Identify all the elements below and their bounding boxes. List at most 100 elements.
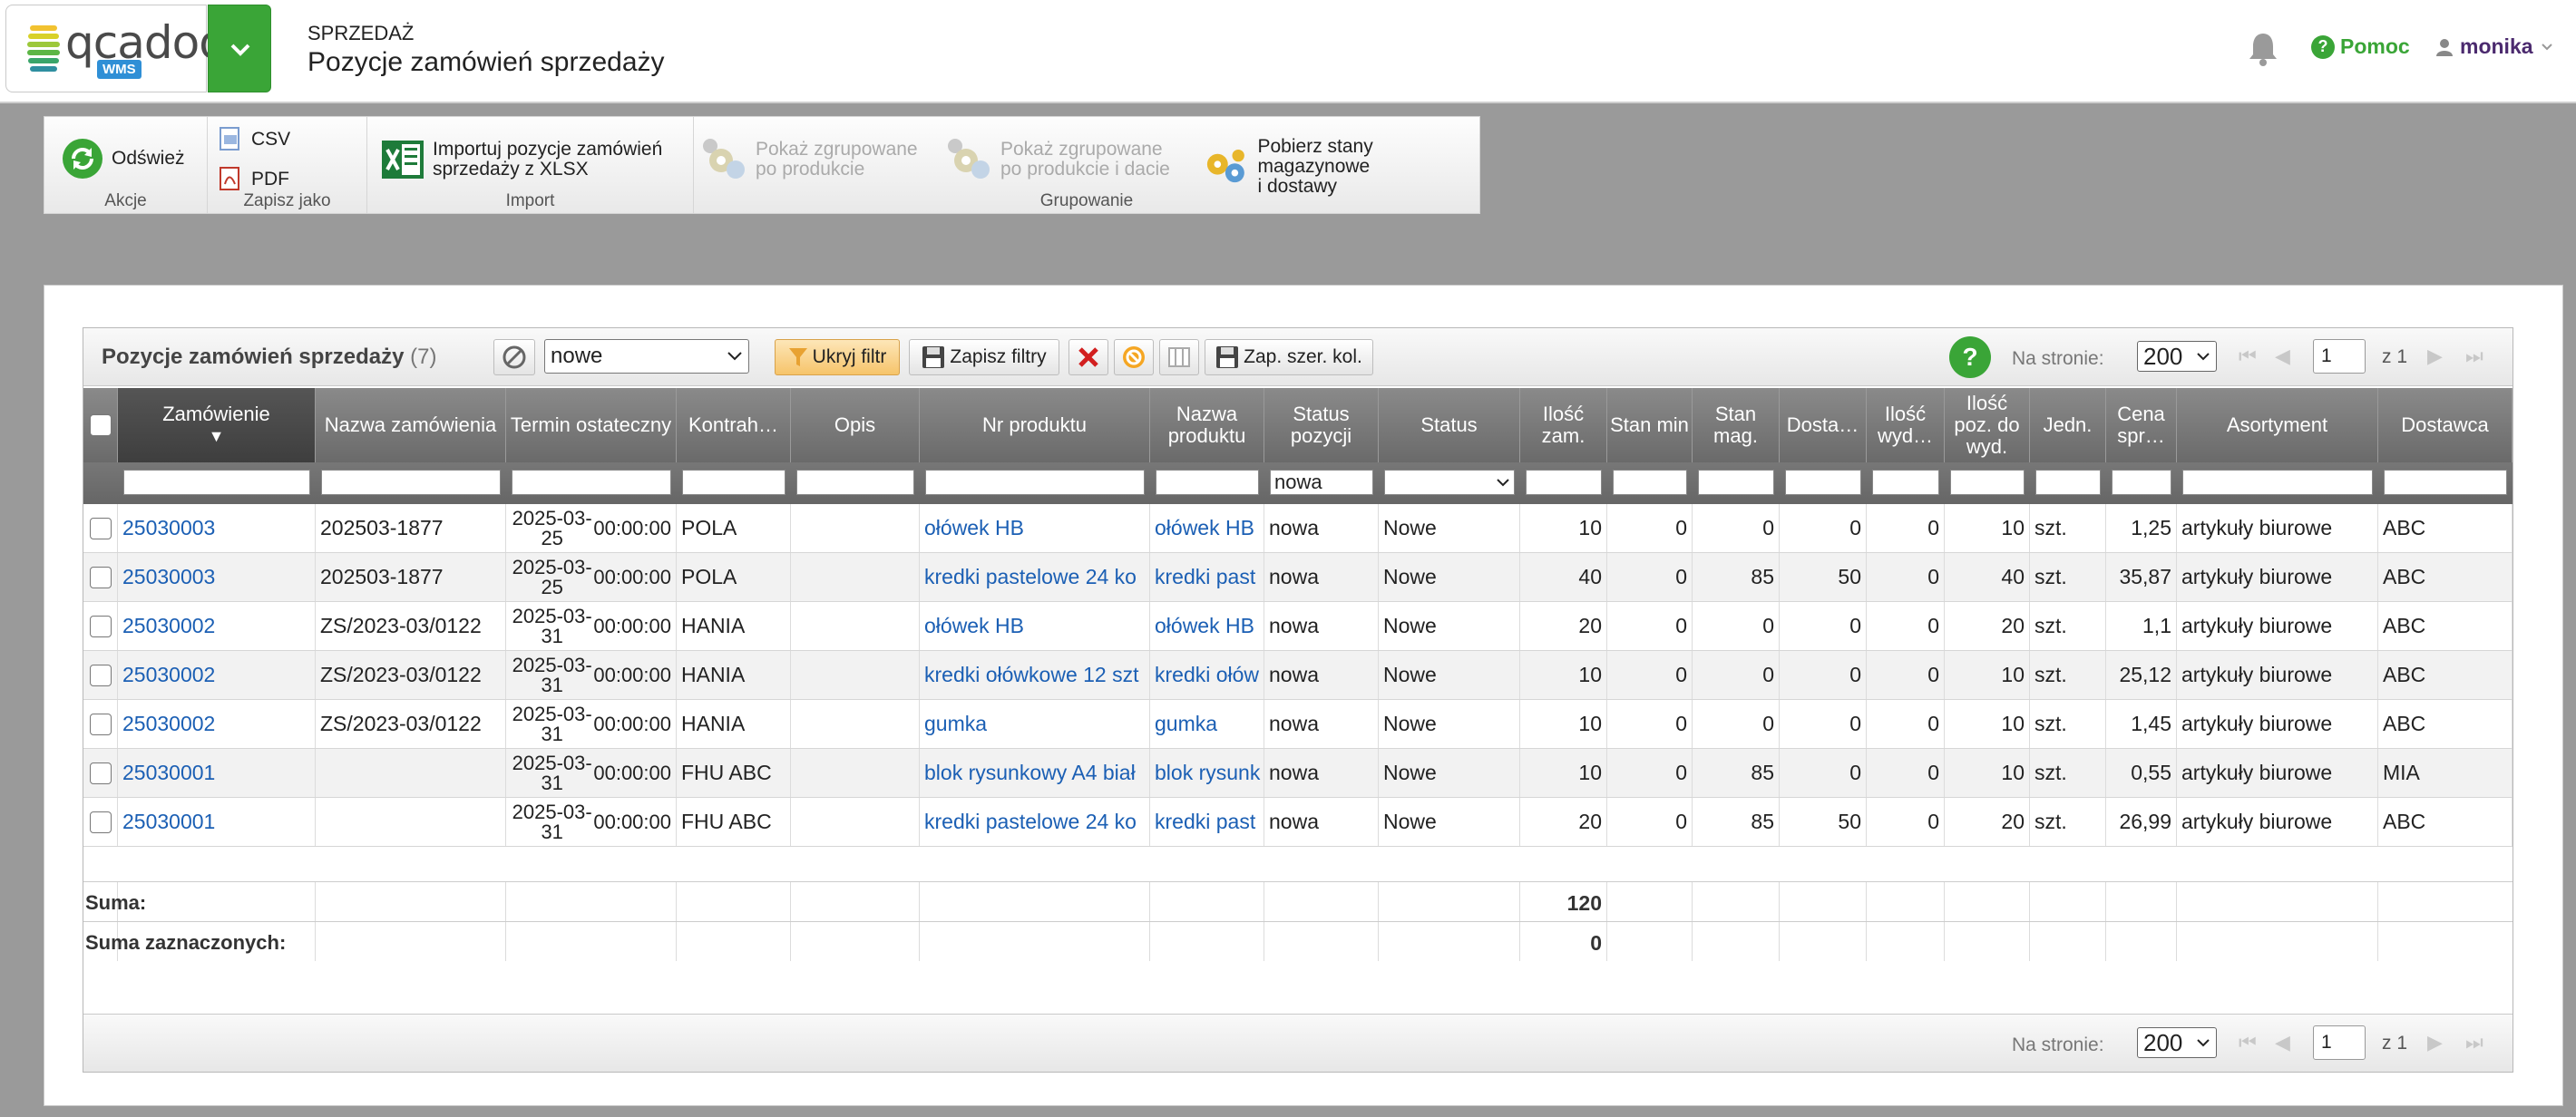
filter-unit[interactable] <box>2035 470 2101 495</box>
column-header-status[interactable]: Status <box>1379 388 1520 462</box>
group-by-product-date-button[interactable]: Pokaż zgrupowane po produkcie i dacie <box>946 137 1170 182</box>
cell-product-number[interactable]: blok rysunkowy A4 biał <box>920 749 1150 797</box>
column-header-delivery[interactable]: Dosta… <box>1780 388 1867 462</box>
pdf-button[interactable]: PDF <box>217 166 289 193</box>
column-header-order-name[interactable]: Nazwa zamówienia <box>316 388 506 462</box>
cell-select[interactable] <box>83 602 118 650</box>
cell-order[interactable]: 25030001 <box>118 798 316 846</box>
user-menu[interactable]: monika <box>2436 34 2553 59</box>
csv-button[interactable]: CSV <box>217 126 290 153</box>
select-all-header[interactable] <box>83 388 118 462</box>
cell-select[interactable] <box>83 700 118 748</box>
filter-price[interactable] <box>2112 470 2171 495</box>
select-all-checkbox[interactable] <box>89 414 112 436</box>
cell-order[interactable]: 25030003 <box>118 504 316 552</box>
filter-deadline[interactable] <box>512 470 671 495</box>
column-header-stock-min[interactable]: Stan min <box>1607 388 1693 462</box>
cell-order[interactable]: 25030002 <box>118 651 316 699</box>
filter-description[interactable] <box>796 470 914 495</box>
cell-product-name[interactable]: ołówek HB <box>1150 602 1264 650</box>
table-row[interactable]: 25030001 2025-03-31 00:00:00 FHU ABC kredki … <box>83 798 2513 847</box>
predefined-filter-button[interactable] <box>493 339 535 375</box>
column-header-price[interactable]: Cena spr… <box>2106 388 2177 462</box>
table-row[interactable]: 25030003 202503-1877 2025-03-25 00:00:00 POL… <box>83 553 2513 602</box>
main-menu-toggle[interactable] <box>208 5 271 92</box>
app-logo[interactable]: qcadoo WMS <box>5 5 227 92</box>
cell-product-name[interactable]: kredki ołów <box>1150 651 1264 699</box>
cell-select[interactable] <box>83 749 118 797</box>
prev-page-icon[interactable]: ◀ <box>2275 345 2290 368</box>
filter-qty-ordered[interactable] <box>1526 470 1602 495</box>
filter-qty-to-issue[interactable] <box>1950 470 2025 495</box>
prev-page-icon[interactable]: ◀ <box>2275 1031 2290 1054</box>
filter-contractor[interactable] <box>682 470 785 495</box>
column-header-product-name[interactable]: Nazwa produktu <box>1150 388 1264 462</box>
last-page-icon[interactable]: ⏭ <box>2465 345 2483 368</box>
row-checkbox[interactable] <box>89 517 112 539</box>
first-page-icon[interactable]: ⏮ <box>2239 1031 2257 1054</box>
refresh-button[interactable]: Odśwież <box>61 137 185 180</box>
cell-product-number[interactable]: kredki ołówkowe 12 szt <box>920 651 1150 699</box>
last-page-icon[interactable]: ⏭ <box>2465 1031 2483 1054</box>
column-header-description[interactable]: Opis <box>791 388 920 462</box>
cell-order[interactable]: 25030001 <box>118 749 316 797</box>
page-input[interactable]: 1 <box>2313 1025 2366 1060</box>
cell-product-number[interactable]: kredki pastelowe 24 ko <box>920 553 1150 601</box>
column-header-order[interactable]: Zamówienie ▼ <box>118 388 316 462</box>
column-header-product-number[interactable]: Nr produktu <box>920 388 1150 462</box>
row-checkbox[interactable] <box>89 566 112 588</box>
cell-order[interactable]: 25030002 <box>118 700 316 748</box>
save-column-width-button[interactable]: Zap. szer. kol. <box>1205 339 1373 375</box>
page-input[interactable]: 1 <box>2313 339 2366 374</box>
cell-select[interactable] <box>83 651 118 699</box>
cell-product-name[interactable]: ołówek HB <box>1150 504 1264 552</box>
per-page-select[interactable]: 200 <box>2137 1027 2217 1058</box>
table-row[interactable]: 25030002 ZS/2023-03/0122 2025-03-31 00:00:0… <box>83 700 2513 749</box>
columns-button[interactable] <box>1159 339 1199 375</box>
cell-order[interactable]: 25030003 <box>118 553 316 601</box>
cancel-button[interactable] <box>1114 339 1154 375</box>
help-icon[interactable]: ? <box>1948 335 1992 379</box>
first-page-icon[interactable]: ⏮ <box>2239 345 2257 368</box>
cell-product-number[interactable]: ołówek HB <box>920 504 1150 552</box>
column-header-position-status[interactable]: Status pozycji <box>1264 388 1379 462</box>
filter-product-number[interactable] <box>925 470 1145 495</box>
column-header-supplier[interactable]: Dostawca <box>2378 388 2513 462</box>
cell-product-name[interactable]: gumka <box>1150 700 1264 748</box>
row-checkbox[interactable] <box>89 615 112 637</box>
filter-stock-mag[interactable] <box>1698 470 1774 495</box>
filter-position-status[interactable]: nowa <box>1270 470 1373 495</box>
cell-select[interactable] <box>83 504 118 552</box>
row-checkbox[interactable] <box>89 713 112 735</box>
table-row[interactable]: 25030002 ZS/2023-03/0122 2025-03-31 00:00:0… <box>83 651 2513 700</box>
cell-product-name[interactable]: blok rysunk <box>1150 749 1264 797</box>
filter-order[interactable] <box>123 470 310 495</box>
next-page-icon[interactable]: ▶ <box>2427 345 2443 368</box>
cell-order[interactable]: 25030002 <box>118 602 316 650</box>
column-header-assortment[interactable]: Asortyment <box>2177 388 2378 462</box>
filter-product-name[interactable] <box>1156 470 1259 495</box>
filter-order-name[interactable] <box>321 470 501 495</box>
cell-select[interactable] <box>83 798 118 846</box>
help-link[interactable]: ? Pomoc <box>2311 34 2410 59</box>
group-by-product-button[interactable]: Pokaż zgrupowane po produkcie <box>701 137 918 182</box>
column-header-deadline[interactable]: Termin ostateczny <box>506 388 677 462</box>
cell-select[interactable] <box>83 553 118 601</box>
column-header-unit[interactable]: Jedn. <box>2030 388 2106 462</box>
row-checkbox[interactable] <box>89 811 112 833</box>
cell-product-name[interactable]: kredki past <box>1150 553 1264 601</box>
column-header-contractor[interactable]: Kontrah… <box>677 388 791 462</box>
predefined-filter-select[interactable]: nowe <box>544 339 749 374</box>
save-filters-button[interactable]: Zapisz filtry <box>909 339 1059 375</box>
table-row[interactable]: 25030001 2025-03-31 00:00:00 FHU ABC blok ry… <box>83 749 2513 798</box>
filter-stock-min[interactable] <box>1613 470 1687 495</box>
filter-qty-issued[interactable] <box>1872 470 1939 495</box>
import-xlsx-button[interactable]: Importuj pozycje zamówień sprzedaży z XLS… <box>380 137 662 182</box>
next-page-icon[interactable]: ▶ <box>2427 1031 2443 1054</box>
fetch-stock-button[interactable]: Pobierz stany magazynowe i dostawy <box>1205 137 1479 197</box>
filter-delivery[interactable] <box>1785 470 1861 495</box>
filter-status[interactable] <box>1384 470 1515 495</box>
cell-product-number[interactable]: gumka <box>920 700 1150 748</box>
column-header-qty-ordered[interactable]: Ilość zam. <box>1520 388 1607 462</box>
bell-icon[interactable] <box>2248 31 2278 67</box>
